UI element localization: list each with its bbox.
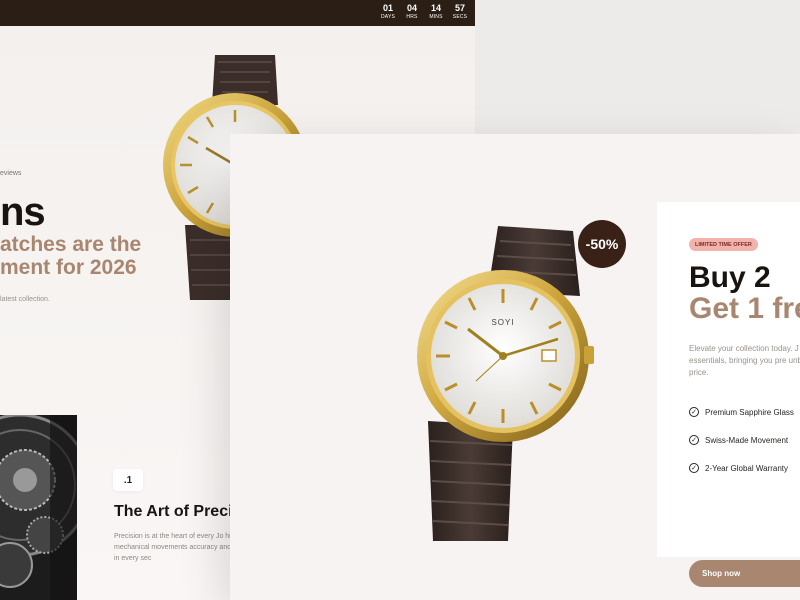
feature-item: ✓ Swiss-Made Movement bbox=[689, 426, 794, 454]
feature-label: 2-Year Global Warranty bbox=[705, 463, 788, 473]
product-watch-image: SOYI bbox=[417, 226, 594, 541]
countdown-hours-value: 04 bbox=[406, 3, 417, 13]
hero-description: latest collection. bbox=[0, 296, 50, 303]
offer-card: LIMITED TIME OFFER Buy 2 Get 1 fre Eleva… bbox=[657, 202, 800, 587]
feature-item: ✓ Premium Sapphire Glass bbox=[689, 398, 794, 426]
countdown-secs: 57 SECS bbox=[451, 3, 469, 21]
front-page: SOYI -50% LIMITED TIME OFFER Buy 2 Get 1… bbox=[230, 134, 800, 600]
shop-now-button[interactable]: Shop now bbox=[689, 560, 800, 587]
countdown-bar: 01 DAYS 04 HRS 14 MINS 57 SECS bbox=[0, 0, 475, 26]
countdown-hours-label: HRS bbox=[406, 14, 418, 20]
check-circle-icon: ✓ bbox=[689, 435, 699, 445]
check-circle-icon: ✓ bbox=[689, 463, 699, 473]
feature-list: ✓ Premium Sapphire Glass ✓ Swiss-Made Mo… bbox=[689, 398, 794, 482]
offer-description: Elevate your collection today. J the ess… bbox=[689, 344, 800, 377]
reviews-text: eviews bbox=[0, 170, 22, 177]
hero-title: ns bbox=[0, 190, 46, 234]
countdown-mins-value: 14 bbox=[430, 3, 441, 13]
countdown-timer: 01 DAYS 04 HRS 14 MINS 57 SECS bbox=[379, 3, 469, 21]
discount-badge: -50% bbox=[578, 220, 626, 268]
movement-gear-icon bbox=[0, 415, 77, 600]
feature-item: ✓ 2-Year Global Warranty bbox=[689, 454, 794, 482]
feature-label: Premium Sapphire Glass bbox=[705, 407, 794, 417]
countdown-secs-value: 57 bbox=[454, 3, 465, 13]
watch-brand-logo: SOYI bbox=[491, 318, 514, 327]
countdown-secs-label: SECS bbox=[452, 14, 468, 20]
countdown-days-label: DAYS bbox=[380, 14, 396, 20]
countdown-mins-label: MINS bbox=[429, 14, 443, 20]
limited-offer-badge: LIMITED TIME OFFER bbox=[689, 238, 758, 251]
precision-title: The Art of Preci bbox=[114, 503, 233, 520]
offer-title: Buy 2 bbox=[689, 261, 771, 294]
countdown-days: 01 DAYS bbox=[379, 3, 397, 21]
countdown-hours: 04 HRS bbox=[403, 3, 421, 21]
countdown-mins: 14 MINS bbox=[427, 3, 445, 21]
hero-subtitle: atches are the ment for 2026 bbox=[0, 233, 142, 279]
countdown-days-value: 01 bbox=[382, 3, 393, 13]
movement-image bbox=[0, 415, 77, 600]
section-number-badge: .1 bbox=[113, 469, 143, 491]
offer-subtitle: Get 1 fre bbox=[689, 292, 800, 325]
check-circle-icon: ✓ bbox=[689, 407, 699, 417]
feature-label: Swiss-Made Movement bbox=[705, 435, 789, 445]
